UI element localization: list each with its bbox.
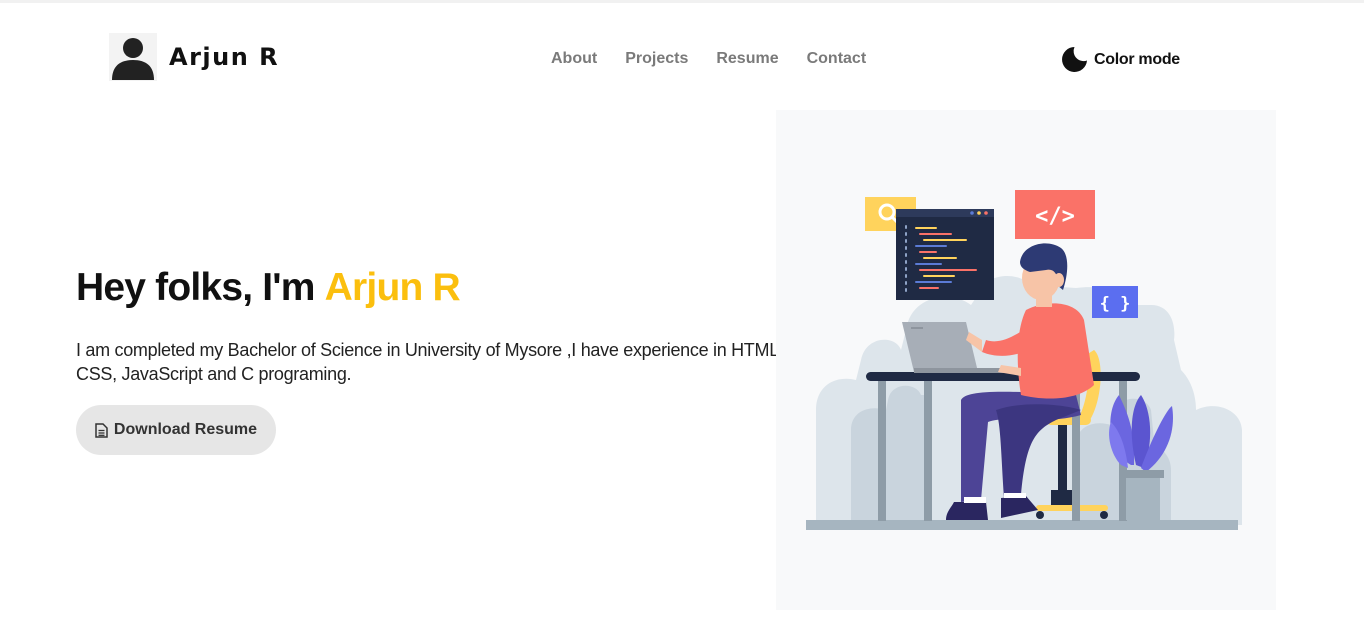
color-mode-label: Color mode — [1094, 50, 1180, 68]
user-silhouette-icon — [112, 38, 154, 80]
hero-description: I am completed my Bachelor of Science in… — [76, 340, 788, 384]
nav-contact[interactable]: Contact — [807, 50, 867, 68]
moon-icon — [1062, 47, 1087, 72]
nav-about[interactable]: About — [551, 50, 597, 68]
hero-illustration: </> { } — [776, 110, 1276, 610]
code-tag-label: </> — [1035, 204, 1075, 229]
color-mode-toggle[interactable]: Color mode — [1061, 46, 1180, 73]
developer-illustration: </> { } — [806, 190, 1242, 530]
hero-name: Arjun R — [324, 266, 461, 309]
top-border — [0, 0, 1364, 3]
document-icon — [95, 422, 108, 438]
nav-projects[interactable]: Projects — [625, 50, 688, 68]
nav-resume[interactable]: Resume — [716, 50, 778, 68]
brand-name: Arjun R — [169, 43, 280, 71]
hero-title: Hey folks, I'm Arjun R — [76, 266, 461, 310]
braces-label: { } — [1100, 294, 1131, 314]
download-resume-button[interactable]: Download Resume — [76, 405, 276, 455]
main-nav: About Projects Resume Contact — [551, 50, 866, 68]
avatar — [109, 33, 157, 81]
download-resume-label: Download Resume — [113, 421, 258, 438]
brand[interactable]: Arjun R — [109, 33, 279, 81]
hero-greeting: Hey folks, I'm — [76, 266, 315, 309]
